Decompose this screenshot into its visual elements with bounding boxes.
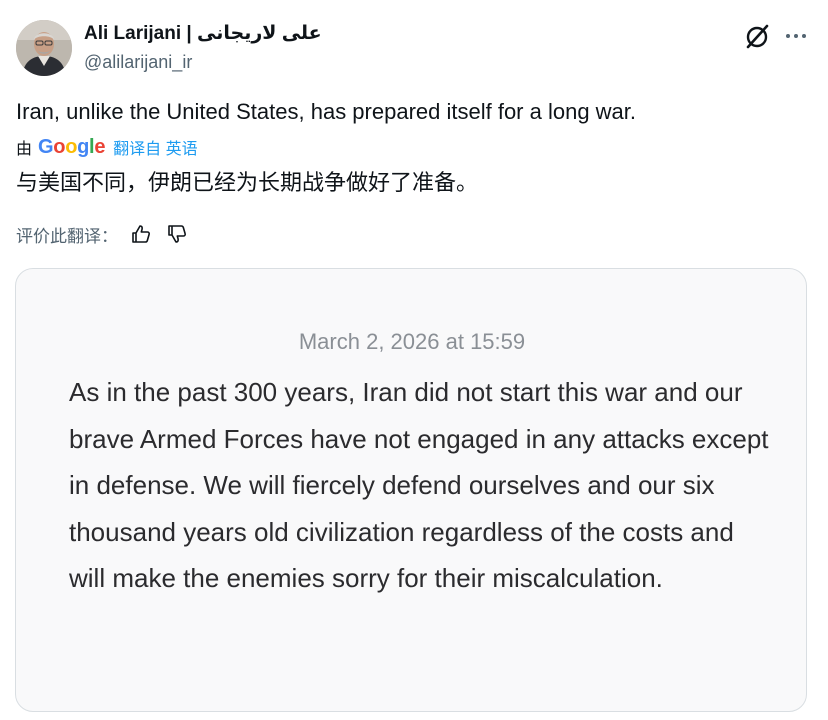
author-name[interactable]: Ali Larijani | علی لاریجانی bbox=[84, 22, 322, 46]
tweet: Ali Larijani | علی لاریجانی @alilarijani… bbox=[0, 0, 828, 720]
translated-text: 与美国不同，伊朗已经为长期战争做好了准备。 bbox=[16, 170, 479, 195]
rate-translation-row: 评价此翻译： bbox=[16, 220, 190, 248]
more-icon[interactable] bbox=[782, 22, 810, 50]
rate-translation-label: 评价此翻译： bbox=[16, 226, 118, 246]
grok-icon[interactable] bbox=[744, 22, 772, 50]
statement-date: March 2, 2026 at 15:59 bbox=[298, 329, 526, 354]
translated-by-prefix: 由 bbox=[16, 141, 33, 158]
avatar[interactable] bbox=[16, 20, 72, 76]
tweet-text: Iran, unlike the United States, has prep… bbox=[16, 99, 637, 124]
statement-text: As in the past 300 years, Iran did not s… bbox=[69, 377, 769, 593]
author-handle[interactable]: @alilarijani_ir bbox=[84, 50, 192, 74]
translated-by-row: 由 Google 翻译自 英语 bbox=[16, 134, 198, 160]
thumbs-up-icon[interactable] bbox=[128, 221, 154, 247]
media-image-card[interactable]: March 2, 2026 at 15:59 As in the past 30… bbox=[15, 268, 807, 712]
thumbs-down-icon[interactable] bbox=[164, 221, 190, 247]
google-logo: Google bbox=[38, 135, 106, 158]
translated-from-link[interactable]: 翻译自 英语 bbox=[113, 135, 197, 159]
avatar-image bbox=[16, 20, 72, 76]
